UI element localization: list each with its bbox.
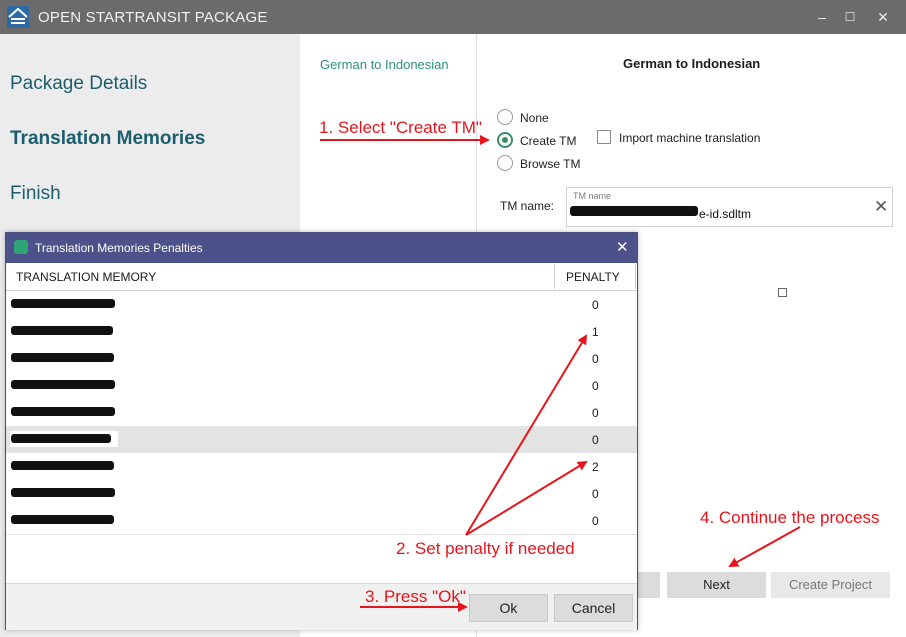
radio-create-tm[interactable] <box>497 132 513 148</box>
table-row[interactable]: 0 <box>6 480 637 508</box>
table-row[interactable]: 0 <box>6 507 637 535</box>
sidebar-item-package-details[interactable]: Package Details <box>10 73 147 95</box>
clear-icon[interactable]: ✕ <box>874 197 888 217</box>
penalty-cell[interactable]: 0 <box>592 298 599 312</box>
tm-name-label: TM name: <box>500 199 555 213</box>
penalty-cell[interactable]: 0 <box>592 406 599 420</box>
penalty-cell[interactable]: 0 <box>592 514 599 528</box>
tm-name-value: e-id.sdltm <box>699 207 752 221</box>
redacted-text <box>570 206 698 216</box>
language-pair-heading: German to Indonesian <box>623 56 761 71</box>
sidebar-item-finish[interactable]: Finish <box>10 183 61 205</box>
cancel-button[interactable]: Cancel <box>554 594 633 622</box>
radio-none-label: None <box>520 111 549 125</box>
column-divider <box>554 264 555 289</box>
table-row[interactable]: 2 <box>6 453 637 481</box>
radio-create-tm-label: Create TM <box>520 134 577 148</box>
import-mt-label: Import machine translation <box>619 131 761 145</box>
redacted-tm-name <box>11 434 111 443</box>
table-row-selected[interactable]: 0 <box>6 426 637 454</box>
window-title: OPEN STARTRANSIT PACKAGE <box>38 9 268 26</box>
next-button[interactable]: Next <box>667 572 766 598</box>
sidebar-item-translation-memories[interactable]: Translation Memories <box>10 128 205 150</box>
dialog-app-icon <box>14 240 28 254</box>
expand-icon <box>778 288 787 297</box>
table-row[interactable]: 0 <box>6 372 637 400</box>
penalty-cell[interactable]: 0 <box>592 352 599 366</box>
ok-button[interactable]: Ok <box>469 594 548 622</box>
dialog-title-bar: Translation Memories Penalties ✕ <box>6 233 637 263</box>
arrow-step-4 <box>728 526 801 567</box>
back-button[interactable] <box>636 572 660 598</box>
table-row[interactable]: 0 <box>6 291 637 319</box>
app-logo-icon <box>7 6 29 28</box>
maximize-button[interactable]: ☐ <box>840 8 860 26</box>
import-mt-checkbox[interactable] <box>597 130 611 144</box>
redacted-tm-name <box>11 407 115 416</box>
penalty-cell[interactable]: 0 <box>592 433 599 447</box>
tm-name-caption: TM name <box>573 191 612 201</box>
create-project-button[interactable]: Create Project <box>771 572 890 598</box>
annotation-step-2: 2. Set penalty if needed <box>396 539 575 558</box>
minimize-button[interactable]: – <box>812 8 832 26</box>
redacted-tm-name <box>11 488 115 497</box>
radio-browse-tm[interactable] <box>497 155 513 171</box>
close-window-button[interactable]: ✕ <box>873 8 893 26</box>
redacted-tm-name <box>11 380 115 389</box>
column-header-penalty[interactable]: PENALTY <box>566 270 620 284</box>
column-divider <box>635 264 636 289</box>
radio-browse-tm-label: Browse TM <box>520 157 581 171</box>
penalty-cell[interactable]: 1 <box>592 325 599 339</box>
redacted-tm-name <box>11 326 113 335</box>
table-row[interactable]: 0 <box>6 399 637 427</box>
annotation-step-4: 4. Continue the process <box>700 508 880 527</box>
penalty-cell[interactable]: 0 <box>592 379 599 393</box>
language-pair-item[interactable]: German to Indonesian <box>320 57 449 72</box>
dialog-title: Translation Memories Penalties <box>35 241 203 255</box>
dialog-close-icon[interactable]: ✕ <box>616 238 629 256</box>
column-header-translation-memory[interactable]: TRANSLATION MEMORY <box>16 270 156 284</box>
redacted-tm-name <box>11 461 114 470</box>
table-row[interactable]: 0 <box>6 345 637 373</box>
table-row[interactable]: 1 <box>6 318 637 346</box>
penalties-dialog: Translation Memories Penalties ✕ TRANSLA… <box>5 232 638 630</box>
radio-none[interactable] <box>497 109 513 125</box>
penalty-cell[interactable]: 0 <box>592 487 599 501</box>
penalty-cell[interactable]: 2 <box>592 460 599 474</box>
title-bar: OPEN STARTRANSIT PACKAGE – ☐ ✕ <box>0 0 906 34</box>
redacted-tm-name <box>11 299 115 308</box>
annotation-step-3: 3. Press "Ok" <box>365 587 466 606</box>
redacted-tm-name <box>11 353 114 362</box>
redacted-tm-name <box>11 515 114 524</box>
annotation-step-1: 1. Select "Create TM" <box>319 118 482 137</box>
